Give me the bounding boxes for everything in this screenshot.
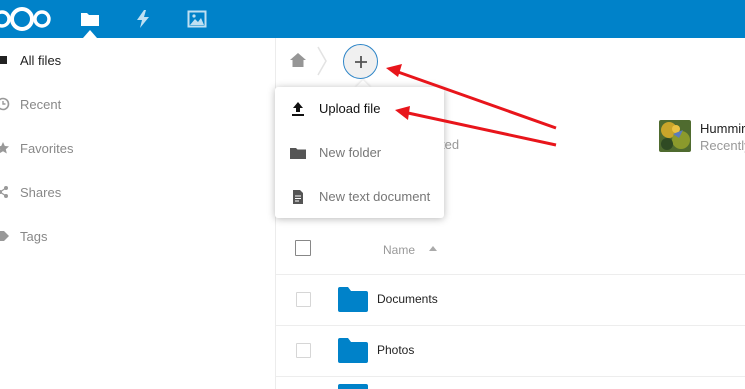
menu-item-label: New folder [319, 145, 382, 160]
recent-thumbnail[interactable] [659, 120, 691, 152]
folder-icon [338, 338, 368, 368]
activity-lightning-icon[interactable] [129, 5, 157, 33]
menu-item-label: New text document [319, 189, 431, 204]
sidebar-item-favorites[interactable]: Favorites [0, 126, 276, 170]
sidebar-item-label: Favorites [20, 140, 74, 156]
select-all-checkbox[interactable] [295, 240, 311, 256]
folder-icon [290, 145, 306, 161]
sidebar-item-label: Shares [20, 184, 62, 200]
breadcrumb-separator [316, 46, 328, 81]
files-app: All files Recent Favorites Shares Tags t… [0, 0, 745, 389]
sidebar-item-label: All files [20, 52, 62, 68]
file-name[interactable]: Photos [377, 343, 414, 357]
plus-icon [354, 55, 367, 68]
sidebar-item-recent[interactable]: Recent [0, 82, 276, 126]
sidebar-item-label: Tags [20, 228, 48, 244]
row-divider [276, 376, 745, 377]
header-bar [0, 0, 745, 38]
recent-file-subtitle: Recently [700, 138, 745, 153]
clock-icon [0, 97, 10, 111]
menu-item-new-folder[interactable]: New folder [275, 131, 444, 175]
file-name[interactable]: Documents [377, 292, 438, 306]
star-icon [0, 141, 10, 155]
sidebar-item-all-files[interactable]: All files [0, 38, 276, 82]
sort-ascending-icon[interactable] [429, 246, 437, 251]
sidebar-item-label: Recent [20, 96, 62, 112]
active-app-indicator [83, 30, 97, 38]
sidebar: All files Recent Favorites Shares Tags [0, 38, 276, 389]
menu-item-label: Upload file [319, 101, 381, 116]
row-checkbox[interactable] [296, 343, 311, 358]
row-checkbox[interactable] [296, 292, 311, 307]
new-file-menu: Upload file New folder New text document [275, 87, 444, 218]
square-icon [0, 53, 10, 67]
home-icon[interactable] [289, 51, 307, 69]
share-icon [0, 185, 10, 199]
menu-item-upload-file[interactable]: Upload file [275, 87, 444, 131]
recent-file-name[interactable]: Hummir [700, 121, 745, 136]
sidebar-item-shares[interactable]: Shares [0, 170, 276, 214]
tag-icon [0, 229, 10, 243]
sidebar-item-tags[interactable]: Tags [0, 214, 276, 258]
upload-icon [290, 101, 306, 117]
nextcloud-logo[interactable] [0, 5, 54, 38]
table-row[interactable]: Photos [276, 325, 745, 376]
document-icon [290, 189, 306, 205]
folder-icon [338, 384, 368, 389]
arrowhead-icon [386, 64, 402, 77]
add-new-button[interactable] [343, 44, 378, 79]
gallery-image-icon[interactable] [183, 5, 211, 33]
folder-icon [338, 287, 368, 317]
menu-item-new-text-document[interactable]: New text document [275, 175, 444, 219]
files-app-folder-icon[interactable] [76, 5, 104, 33]
table-row[interactable]: Documents [276, 274, 745, 325]
name-column-header[interactable]: Name [383, 243, 415, 257]
